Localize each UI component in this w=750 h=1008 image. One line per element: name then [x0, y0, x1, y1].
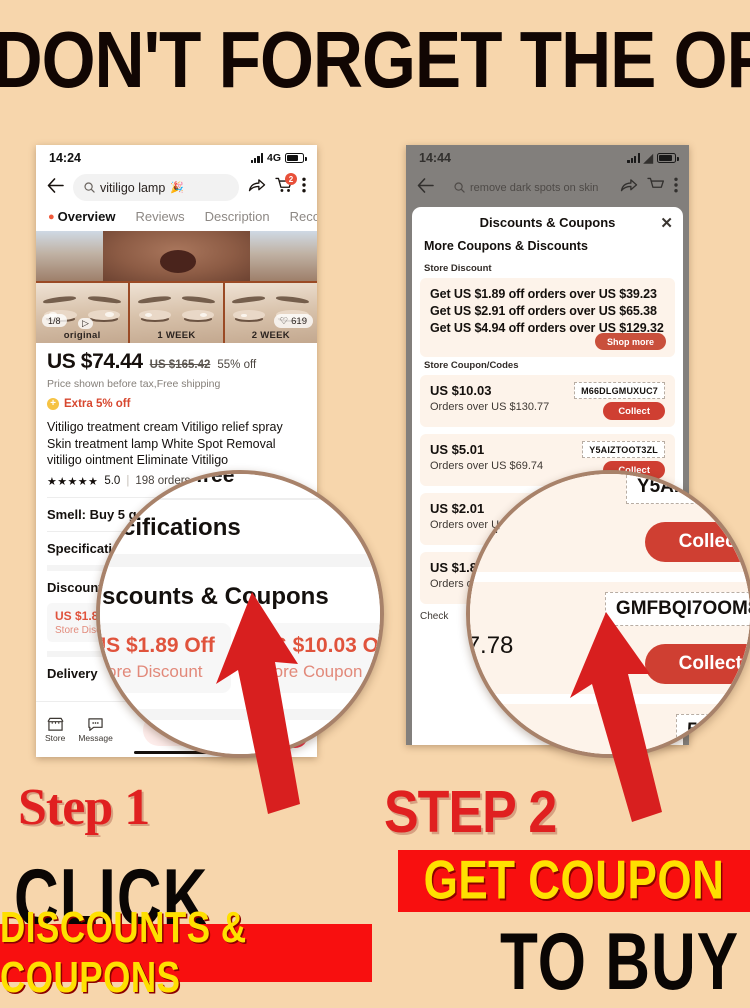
cart-icon[interactable]: 2 [275, 173, 297, 198]
heart-icon: ♡ [279, 315, 289, 327]
gallery-caption-1week: 1 WEEK [157, 330, 196, 341]
gallery-caption-2week: 2 WEEK [251, 330, 290, 341]
store-button[interactable]: Store [45, 717, 65, 743]
search-input[interactable]: vitiligo lamp 🎉 [73, 174, 239, 201]
store-discount-line: Get US $1.89 off orders over US $39.23 [430, 287, 657, 301]
tab-recommend[interactable]: Reco [290, 209, 317, 224]
gallery-cell-1week[interactable]: 1 WEEK [130, 283, 225, 343]
left-status-bar: 14:24 4G [36, 145, 317, 171]
price-row: US $74.44 US $165.42 55% off [47, 350, 306, 374]
close-icon[interactable]: ✕ [660, 214, 673, 232]
store-coupon-label: Store Coupon/Codes [424, 360, 519, 371]
discounts-coupons-band-label: DISCOUNTS & COUPONS [0, 903, 247, 1002]
tab-description[interactable]: Description [205, 209, 270, 224]
cart-icon[interactable] [647, 177, 665, 198]
signal-bars-icon [627, 153, 640, 163]
shop-more-button[interactable]: Shop more [594, 333, 666, 350]
gallery-cell-2week[interactable]: ♡ 619 2 WEEK [224, 283, 317, 343]
plus-icon: + [47, 398, 59, 410]
get-coupon-band-label: GET COUPON [423, 849, 725, 911]
to-buy-word: TO BUY [500, 917, 740, 1007]
search-emoji: 🎉 [170, 182, 185, 194]
signal-bars-icon [250, 153, 263, 163]
sheet-subtitle: More Coupons & Discounts [424, 239, 588, 253]
mag-amount-top: 69.74 [466, 512, 501, 539]
back-arrow-icon[interactable] [417, 177, 434, 198]
like-counter[interactable]: ♡ 619 [273, 314, 313, 328]
product-gallery-strip: 1/8 ▷ original 1 WEEK ♡ 619 2 WEEK [36, 281, 317, 343]
search-icon [454, 182, 465, 193]
current-price: US $74.44 [47, 350, 143, 373]
discounts-coupons-band: DISCOUNTS & COUPONS [0, 903, 372, 1002]
battery-icon [285, 153, 307, 163]
search-input-value: vitiligo lamp [100, 180, 166, 195]
arrow-step-1 [216, 592, 300, 814]
search-input[interactable]: remove dark spots on skin [443, 174, 611, 201]
location-pin-icon: ● [48, 210, 55, 223]
left-nav-bar: vitiligo lamp 🎉 2 [36, 171, 317, 207]
battery-icon [657, 153, 679, 163]
sheet-title: Discounts & Coupons [479, 214, 616, 230]
mag-collect-top[interactable]: Collect [644, 522, 750, 562]
search-input-value: remove dark spots on skin [470, 181, 599, 194]
like-count: 619 [291, 315, 307, 327]
mag-amount-mid: $37.78 [466, 632, 514, 659]
arrow-step-2 [570, 612, 662, 822]
page-title: DON'T FORGET THE OFFERS [0, 15, 750, 105]
star-rating-icon: ★★★★★ [47, 475, 99, 488]
gallery-caption-original: original [63, 330, 101, 341]
tab-overview-label: Overview [57, 209, 116, 224]
extra-discount-badge: + Extra 5% off [47, 398, 306, 410]
play-icon[interactable]: ▷ [78, 318, 93, 329]
network-label: 4G [266, 152, 281, 164]
gallery-cell-original[interactable]: 1/8 ▷ original [36, 283, 131, 343]
right-status-bar: 14:44 ◢ [406, 145, 689, 171]
store-label: Store [45, 732, 66, 743]
extra-discount-label: Extra 5% off [64, 398, 131, 410]
step-2-label: STEP 2 [384, 779, 557, 846]
mag-code-top: Y5AIZTOOT3ZL [625, 474, 750, 504]
product-hero-image [36, 231, 317, 281]
discount-percent: 55% off [217, 359, 257, 371]
search-icon [84, 182, 95, 193]
collect-button[interactable]: Collect [603, 402, 665, 420]
more-vertical-icon[interactable] [674, 177, 678, 198]
left-tab-bar: ● Overview Reviews Description Reco [36, 207, 317, 231]
tab-reviews[interactable]: Reviews [135, 209, 184, 224]
original-price: US $165.42 [149, 359, 211, 371]
tax-shipping-note: Price shown before tax,Free shipping [47, 378, 221, 390]
product-title: Vitiligo treatment cream Vitiligo relief… [47, 420, 283, 467]
share-icon[interactable] [248, 178, 266, 198]
store-discount-line: Get US $2.91 off orders over US $65.38 [430, 304, 657, 318]
get-coupon-band: GET COUPON [398, 850, 750, 912]
coupon-card: US $10.03 Orders over US $130.77 M66DLGM… [420, 375, 675, 427]
coupon-code: Y5AIZTOOT3ZL [582, 441, 665, 458]
more-vertical-icon[interactable] [302, 177, 306, 198]
sheet-title-row: Discounts & Coupons ✕ [412, 207, 683, 237]
cart-badge: 2 [285, 173, 297, 185]
mag-specifications: Specifications [100, 498, 380, 554]
wifi-icon: ◢ [643, 151, 653, 165]
store-icon [47, 717, 64, 731]
store-discount-card: Get US $1.89 off orders over US $39.23 G… [420, 278, 675, 357]
coupon-code: M66DLGMUXUC7 [574, 382, 665, 399]
share-icon[interactable] [620, 178, 638, 198]
right-nav-bar: remove dark spots on skin [406, 171, 689, 207]
status-time: 14:24 [49, 151, 81, 165]
gallery-counter: 1/8 [42, 314, 67, 327]
status-time: 14:44 [419, 151, 451, 165]
tab-overview[interactable]: ● Overview [48, 209, 115, 224]
store-discount-label: Store Discount [424, 263, 492, 274]
back-arrow-icon[interactable] [47, 177, 64, 198]
step-1-label: Step 1 [18, 779, 150, 836]
